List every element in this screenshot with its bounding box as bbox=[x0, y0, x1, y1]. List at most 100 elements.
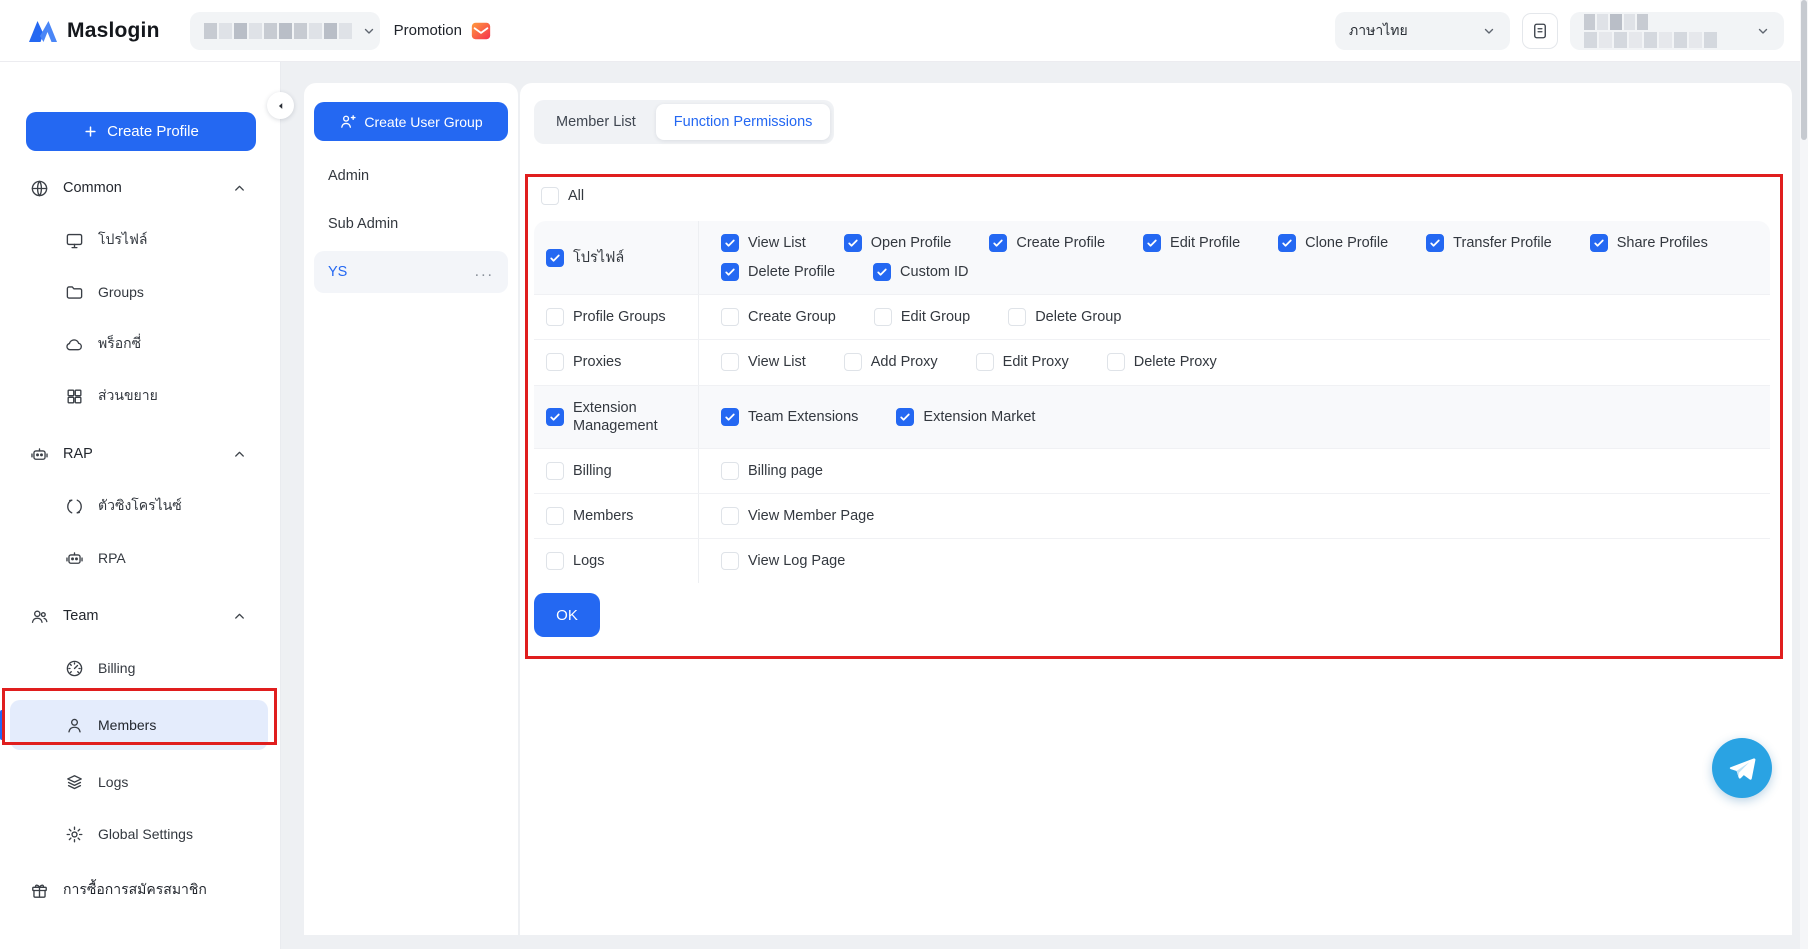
module-label: Profile Groups bbox=[573, 309, 666, 326]
module-proxies[interactable]: Proxies bbox=[546, 353, 622, 372]
tab-function-permissions[interactable]: Function Permissions bbox=[655, 104, 831, 140]
checkbox[interactable] bbox=[1278, 234, 1297, 253]
checkbox[interactable] bbox=[721, 308, 739, 327]
telegram-button[interactable] bbox=[1712, 738, 1772, 798]
chevron-up-icon bbox=[232, 609, 247, 624]
permission-delete-proxy[interactable]: Delete Proxy bbox=[1106, 353, 1217, 372]
permission-transfer-profile[interactable]: Transfer Profile bbox=[1426, 234, 1552, 253]
permission-label: View Member Page bbox=[748, 507, 875, 524]
sidebar-item-billing[interactable]: Billing bbox=[0, 648, 280, 688]
module-billing[interactable]: Billing bbox=[546, 461, 612, 480]
checkbox[interactable] bbox=[546, 407, 564, 426]
permission-delete-group[interactable]: Delete Group bbox=[1008, 308, 1121, 327]
checkbox[interactable] bbox=[546, 461, 564, 480]
checkbox[interactable] bbox=[843, 353, 862, 372]
group-menu-dots-icon[interactable]: ... bbox=[475, 264, 494, 280]
permission-view-log-page[interactable]: View Log Page bbox=[721, 552, 845, 571]
sidebar-item-rpa[interactable]: RPA bbox=[0, 538, 280, 578]
sidebar-item-โปรไฟล์[interactable]: โปรไฟล์ bbox=[0, 220, 280, 260]
checkbox[interactable] bbox=[721, 461, 739, 480]
sidebar-item-ตัวซิงโครไนซ์[interactable]: ตัวซิงโครไนซ์ bbox=[0, 486, 280, 526]
collapse-sidebar-button[interactable] bbox=[267, 92, 294, 119]
all-checkbox[interactable] bbox=[541, 187, 559, 205]
create-profile-button[interactable]: Create Profile bbox=[26, 112, 256, 151]
language-label: ภาษาไทย bbox=[1349, 21, 1408, 38]
permission-edit-profile[interactable]: Edit Profile bbox=[1143, 234, 1240, 253]
module-profile-groups[interactable]: Profile Groups bbox=[546, 308, 666, 327]
sidebar-item-การซื้อการสมัครสมาชิก[interactable]: การซื้อการสมัครสมาชิก bbox=[0, 870, 280, 910]
checkbox[interactable] bbox=[1426, 234, 1445, 253]
main-panel: Member List Function Permissions All โปร… bbox=[520, 83, 1792, 935]
module-members[interactable]: Members bbox=[546, 506, 633, 525]
permission-add-proxy[interactable]: Add Proxy bbox=[843, 353, 938, 372]
checkbox[interactable] bbox=[989, 234, 1008, 253]
scrollbar-thumb[interactable] bbox=[1801, 0, 1807, 140]
permission-view-member-page[interactable]: View Member Page bbox=[721, 506, 875, 525]
checkbox[interactable] bbox=[896, 407, 915, 426]
permission-edit-group[interactable]: Edit Group bbox=[873, 308, 970, 327]
checkbox[interactable] bbox=[843, 234, 862, 253]
checkbox[interactable] bbox=[546, 552, 564, 571]
permission-team-extensions[interactable]: Team Extensions bbox=[721, 407, 858, 426]
sidebar-item-global-settings[interactable]: Global Settings bbox=[0, 814, 280, 854]
sidebar-item-logs[interactable]: Logs bbox=[0, 762, 280, 802]
checkbox[interactable] bbox=[546, 506, 564, 525]
checkbox[interactable] bbox=[721, 234, 739, 253]
permission-create-group[interactable]: Create Group bbox=[721, 308, 836, 327]
permission-edit-proxy[interactable]: Edit Proxy bbox=[975, 353, 1069, 372]
permissions-table: โปรไฟล์ View List Open Profile Create Profi… bbox=[534, 221, 1770, 584]
tab-member-list[interactable]: Member List bbox=[538, 104, 654, 140]
checkbox[interactable] bbox=[546, 248, 564, 267]
create-user-group-button[interactable]: Create User Group bbox=[314, 102, 508, 141]
permission-extension-market[interactable]: Extension Market bbox=[896, 407, 1035, 426]
select-all-checkbox-row[interactable]: All bbox=[541, 187, 584, 205]
ok-button[interactable]: OK bbox=[534, 593, 600, 637]
permission-delete-profile[interactable]: Delete Profile bbox=[721, 263, 835, 282]
permission-billing-page[interactable]: Billing page bbox=[721, 461, 823, 480]
checkbox[interactable] bbox=[1589, 234, 1608, 253]
group-item-sub-admin[interactable]: Sub Admin bbox=[314, 203, 508, 245]
sidebar-section-common[interactable]: Common bbox=[0, 168, 280, 208]
checkbox[interactable] bbox=[873, 263, 892, 282]
sidebar-item-ส่วนขยาย[interactable]: ส่วนขยาย bbox=[0, 376, 280, 416]
checkbox[interactable] bbox=[873, 308, 892, 327]
group-item-admin[interactable]: Admin bbox=[314, 155, 508, 197]
permission-view-list[interactable]: View List bbox=[721, 353, 806, 372]
checkbox[interactable] bbox=[546, 308, 564, 327]
sidebar-item-groups[interactable]: Groups bbox=[0, 272, 280, 312]
module-โปรไฟล์[interactable]: โปรไฟล์ bbox=[546, 248, 624, 267]
permission-view-list[interactable]: View List bbox=[721, 234, 806, 253]
docs-button[interactable] bbox=[1522, 12, 1558, 49]
workspace-selector[interactable] bbox=[189, 11, 380, 50]
permission-custom-id[interactable]: Custom ID bbox=[873, 263, 969, 282]
module-label: Proxies bbox=[573, 354, 622, 371]
sidebar-item-members[interactable]: Members bbox=[0, 700, 268, 750]
account-selector[interactable] bbox=[1570, 11, 1784, 50]
module-logs[interactable]: Logs bbox=[546, 552, 604, 571]
checkbox[interactable] bbox=[721, 407, 739, 426]
module-extension-management[interactable]: Extension Management bbox=[546, 399, 688, 435]
checkbox[interactable] bbox=[721, 506, 739, 525]
sidebar-item-พร็อกซี่[interactable]: พร็อกซี่ bbox=[0, 324, 280, 364]
checkbox[interactable] bbox=[975, 353, 994, 372]
checkbox[interactable] bbox=[546, 353, 564, 372]
chevron-up-icon bbox=[232, 447, 247, 462]
checkbox[interactable] bbox=[721, 552, 739, 571]
permission-label: Open Profile bbox=[870, 235, 952, 251]
checkbox[interactable] bbox=[1008, 308, 1027, 327]
permission-share-profiles[interactable]: Share Profiles bbox=[1589, 234, 1708, 253]
page-scrollbar[interactable] bbox=[1800, 0, 1808, 949]
permission-open-profile[interactable]: Open Profile bbox=[843, 234, 952, 253]
sidebar-section-team[interactable]: Team bbox=[0, 596, 280, 636]
document-icon bbox=[1531, 22, 1549, 40]
permission-create-profile[interactable]: Create Profile bbox=[989, 234, 1105, 253]
checkbox[interactable] bbox=[1143, 234, 1162, 253]
permission-clone-profile[interactable]: Clone Profile bbox=[1278, 234, 1388, 253]
sidebar-section-rap[interactable]: RAP bbox=[0, 434, 280, 474]
promotion-link[interactable]: Promotion bbox=[394, 20, 492, 42]
checkbox[interactable] bbox=[721, 353, 739, 372]
checkbox[interactable] bbox=[1106, 353, 1125, 372]
group-item-ys[interactable]: YS... bbox=[314, 251, 508, 293]
checkbox[interactable] bbox=[721, 263, 739, 282]
language-selector[interactable]: ภาษาไทย bbox=[1335, 11, 1510, 50]
